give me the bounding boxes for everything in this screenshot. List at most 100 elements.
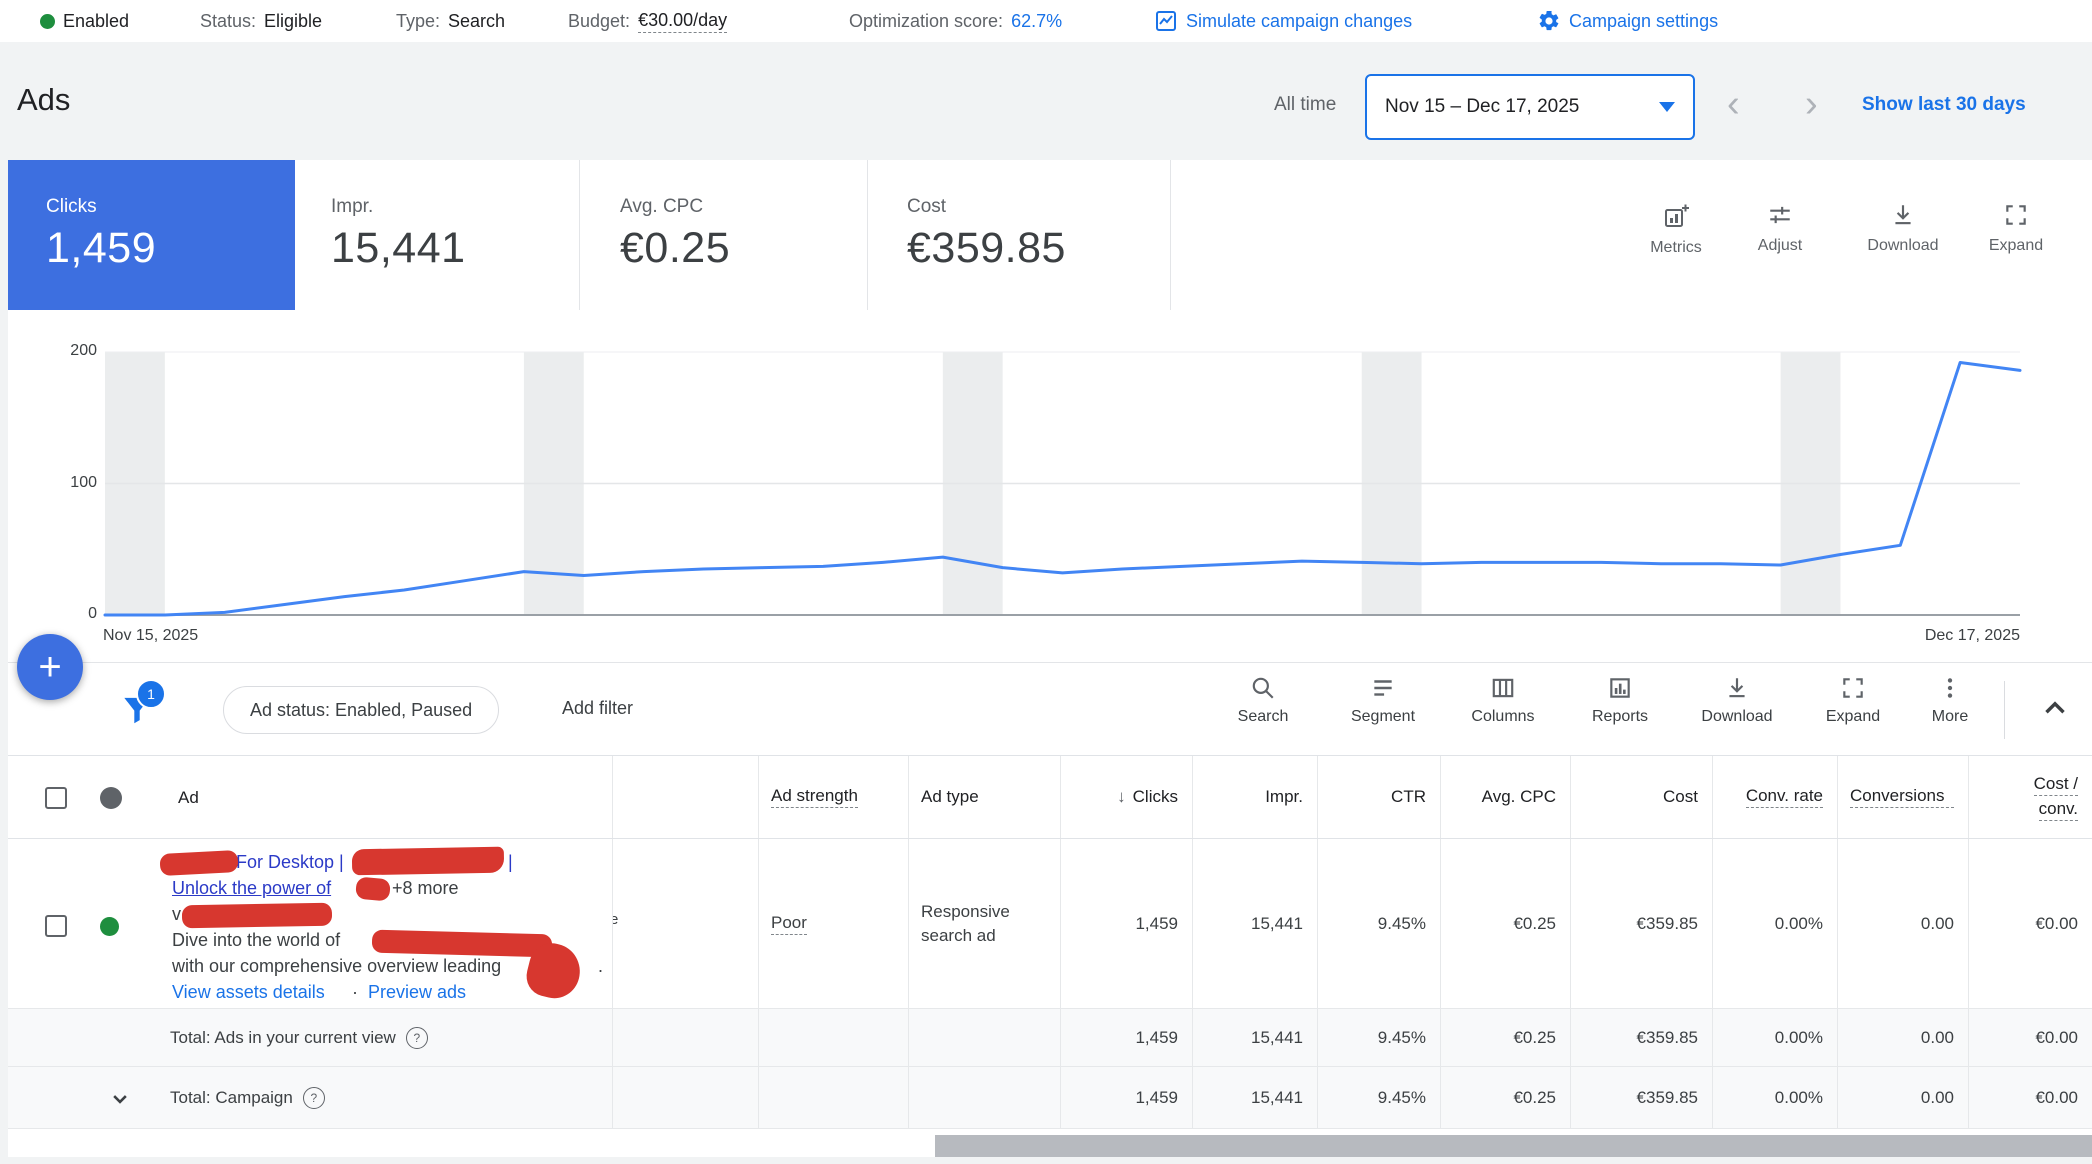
scorecard-value: €0.25 bbox=[620, 224, 867, 273]
tool-label: Reports bbox=[1592, 708, 1648, 726]
scorecard-value: 15,441 bbox=[331, 224, 579, 273]
budget-value[interactable]: €30.00/day bbox=[638, 10, 727, 33]
tool-label: Segment bbox=[1351, 708, 1415, 726]
scorecard-value: €359.85 bbox=[907, 224, 1170, 273]
previous-period-chevron-icon[interactable]: ‹ bbox=[1727, 84, 1740, 124]
header-ad-cell: Ad bbox=[8, 756, 612, 838]
scorecard-avg-cpc[interactable]: Avg. CPC €0.25 bbox=[580, 160, 868, 310]
reports-chart-icon bbox=[1607, 675, 1633, 701]
show-last-30-days-link[interactable]: Show last 30 days bbox=[1862, 94, 2026, 116]
total-current-view-row: Total: Ads in your current view ? 1,459 … bbox=[8, 1009, 2092, 1067]
column-header-ad-strength[interactable]: Ad strength bbox=[758, 756, 908, 838]
campaign-settings-button[interactable]: Campaign settings bbox=[1537, 0, 1718, 42]
y-axis-tick: 0 bbox=[53, 605, 97, 623]
campaign-status-bar: Enabled Status: Eligible Type: Search Bu… bbox=[0, 0, 2092, 42]
scorecard-label: Impr. bbox=[331, 196, 579, 218]
more-options-button[interactable]: More bbox=[1902, 675, 1998, 726]
add-ad-fab-button[interactable]: + bbox=[17, 634, 83, 700]
total-clicks: 1,459 bbox=[1060, 1067, 1192, 1128]
column-header-avg-cpc[interactable]: Avg. CPC bbox=[1440, 756, 1570, 838]
search-table-button[interactable]: Search bbox=[1215, 675, 1311, 726]
tool-label: Expand bbox=[1826, 708, 1880, 726]
ad-strength-cell: Poor bbox=[758, 839, 908, 1008]
column-header-conv-rate[interactable]: Conv. rate bbox=[1712, 756, 1837, 838]
cost-cell: €359.85 bbox=[1570, 839, 1712, 1008]
simulate-campaign-changes-button[interactable]: Simulate campaign changes bbox=[1154, 0, 1412, 42]
segment-button[interactable]: Segment bbox=[1335, 675, 1431, 726]
header-empty-cell bbox=[612, 756, 758, 838]
download-chart-button[interactable]: Download bbox=[1857, 202, 1949, 255]
description-period: . bbox=[598, 953, 603, 979]
column-header-cost-per-conv[interactable]: Cost / conv. bbox=[1968, 756, 2092, 838]
type-label: Type: bbox=[396, 11, 440, 32]
scorecard-label: Avg. CPC bbox=[620, 196, 867, 218]
optimization-value[interactable]: 62.7% bbox=[1011, 11, 1062, 32]
preview-ads-link[interactable]: Preview ads bbox=[368, 979, 466, 1005]
column-header-impr[interactable]: Impr. bbox=[1192, 756, 1317, 838]
impr-cell: 15,441 bbox=[1192, 839, 1317, 1008]
segment-lines-icon bbox=[1370, 675, 1396, 701]
search-icon bbox=[1250, 675, 1276, 701]
column-header-ad-type[interactable]: Ad type bbox=[908, 756, 1060, 838]
google-ads-ads-page: Enabled Status: Eligible Type: Search Bu… bbox=[0, 0, 2092, 1164]
enabled-label: Enabled bbox=[63, 11, 129, 32]
reports-button[interactable]: Reports bbox=[1572, 675, 1668, 726]
optimization-score: Optimization score: 62.7% bbox=[849, 0, 1062, 42]
adjust-button[interactable]: Adjust bbox=[1734, 202, 1826, 255]
sort-desc-arrow-icon: ↓ bbox=[1117, 787, 1126, 807]
total-campaign-row: Total: Campaign ? 1,459 15,441 9.45% €0.… bbox=[8, 1067, 2092, 1129]
optimization-label: Optimization score: bbox=[849, 11, 1003, 32]
scorecard-clicks[interactable]: Clicks 1,459 bbox=[8, 160, 295, 310]
total-avg-cpc: €0.25 bbox=[1440, 1009, 1570, 1066]
scorecard-impressions[interactable]: Impr. 15,441 bbox=[295, 160, 580, 310]
metrics-button[interactable]: Metrics bbox=[1630, 202, 1722, 257]
conversions-cell: 0.00 bbox=[1837, 839, 1968, 1008]
ctr-cell: 9.45% bbox=[1317, 839, 1440, 1008]
plus-icon: + bbox=[38, 645, 61, 690]
add-filter-button[interactable]: Add filter bbox=[562, 698, 633, 719]
total-impr: 15,441 bbox=[1192, 1067, 1317, 1128]
more-headlines-label: +8 more bbox=[392, 875, 459, 901]
total-cost: €359.85 bbox=[1570, 1009, 1712, 1066]
scorecard-value: 1,459 bbox=[46, 224, 295, 273]
expand-chart-button[interactable]: Expand bbox=[1970, 202, 2062, 255]
row-checkbox[interactable] bbox=[45, 915, 67, 937]
collapse-table-chevron-icon[interactable] bbox=[2038, 691, 2072, 730]
column-header-cost[interactable]: Cost bbox=[1570, 756, 1712, 838]
tool-label: More bbox=[1932, 708, 1968, 726]
horizontal-scrollbar-thumb[interactable] bbox=[935, 1135, 2092, 1157]
column-header-clicks[interactable]: ↓ Clicks bbox=[1060, 756, 1192, 838]
redaction-scribble bbox=[352, 847, 504, 876]
expand-row-chevron-icon[interactable] bbox=[106, 1085, 134, 1118]
filter-count-badge: 1 bbox=[136, 679, 166, 709]
columns-button[interactable]: Columns bbox=[1455, 675, 1551, 726]
column-header-conversions[interactable]: Conversions bbox=[1837, 756, 1968, 838]
display-url-fragment: v bbox=[172, 901, 181, 927]
campaign-enabled-status[interactable]: Enabled bbox=[40, 0, 129, 42]
ad-headline-pipe: | bbox=[508, 849, 513, 875]
help-icon[interactable]: ? bbox=[303, 1087, 325, 1109]
ad-headline-link[interactable]: Unlock the power of bbox=[172, 875, 331, 901]
tool-label: Expand bbox=[1989, 237, 2043, 255]
scorecard-label: Cost bbox=[907, 196, 1170, 218]
ad-description-line2: with our comprehensive overview leading bbox=[172, 953, 501, 979]
tool-label: Download bbox=[1867, 237, 1938, 255]
scorecard-cost[interactable]: Cost €359.85 bbox=[868, 160, 1171, 310]
help-icon[interactable]: ? bbox=[406, 1027, 428, 1049]
redaction-scribble bbox=[355, 877, 391, 902]
date-range-value: Nov 15 – Dec 17, 2025 bbox=[1385, 96, 1579, 118]
campaign-status: Status: Eligible bbox=[200, 0, 322, 42]
total-impr: 15,441 bbox=[1192, 1009, 1317, 1066]
column-header-ad[interactable]: Ad bbox=[178, 788, 199, 808]
ad-status-filter-chip[interactable]: Ad status: Enabled, Paused bbox=[223, 686, 499, 734]
date-range-picker[interactable]: Nov 15 – Dec 17, 2025 bbox=[1365, 74, 1695, 140]
ad-headline-link[interactable]: For Desktop | bbox=[236, 849, 344, 875]
status-value: Eligible bbox=[264, 11, 322, 32]
view-assets-details-link[interactable]: View assets details bbox=[172, 979, 325, 1005]
expand-table-button[interactable]: Expand bbox=[1805, 675, 1901, 726]
conv-rate-cell: 0.00% bbox=[1712, 839, 1837, 1008]
column-header-ctr[interactable]: CTR bbox=[1317, 756, 1440, 838]
select-all-checkbox[interactable] bbox=[45, 787, 67, 809]
next-period-chevron-icon[interactable]: › bbox=[1805, 84, 1818, 124]
download-table-button[interactable]: Download bbox=[1689, 675, 1785, 726]
